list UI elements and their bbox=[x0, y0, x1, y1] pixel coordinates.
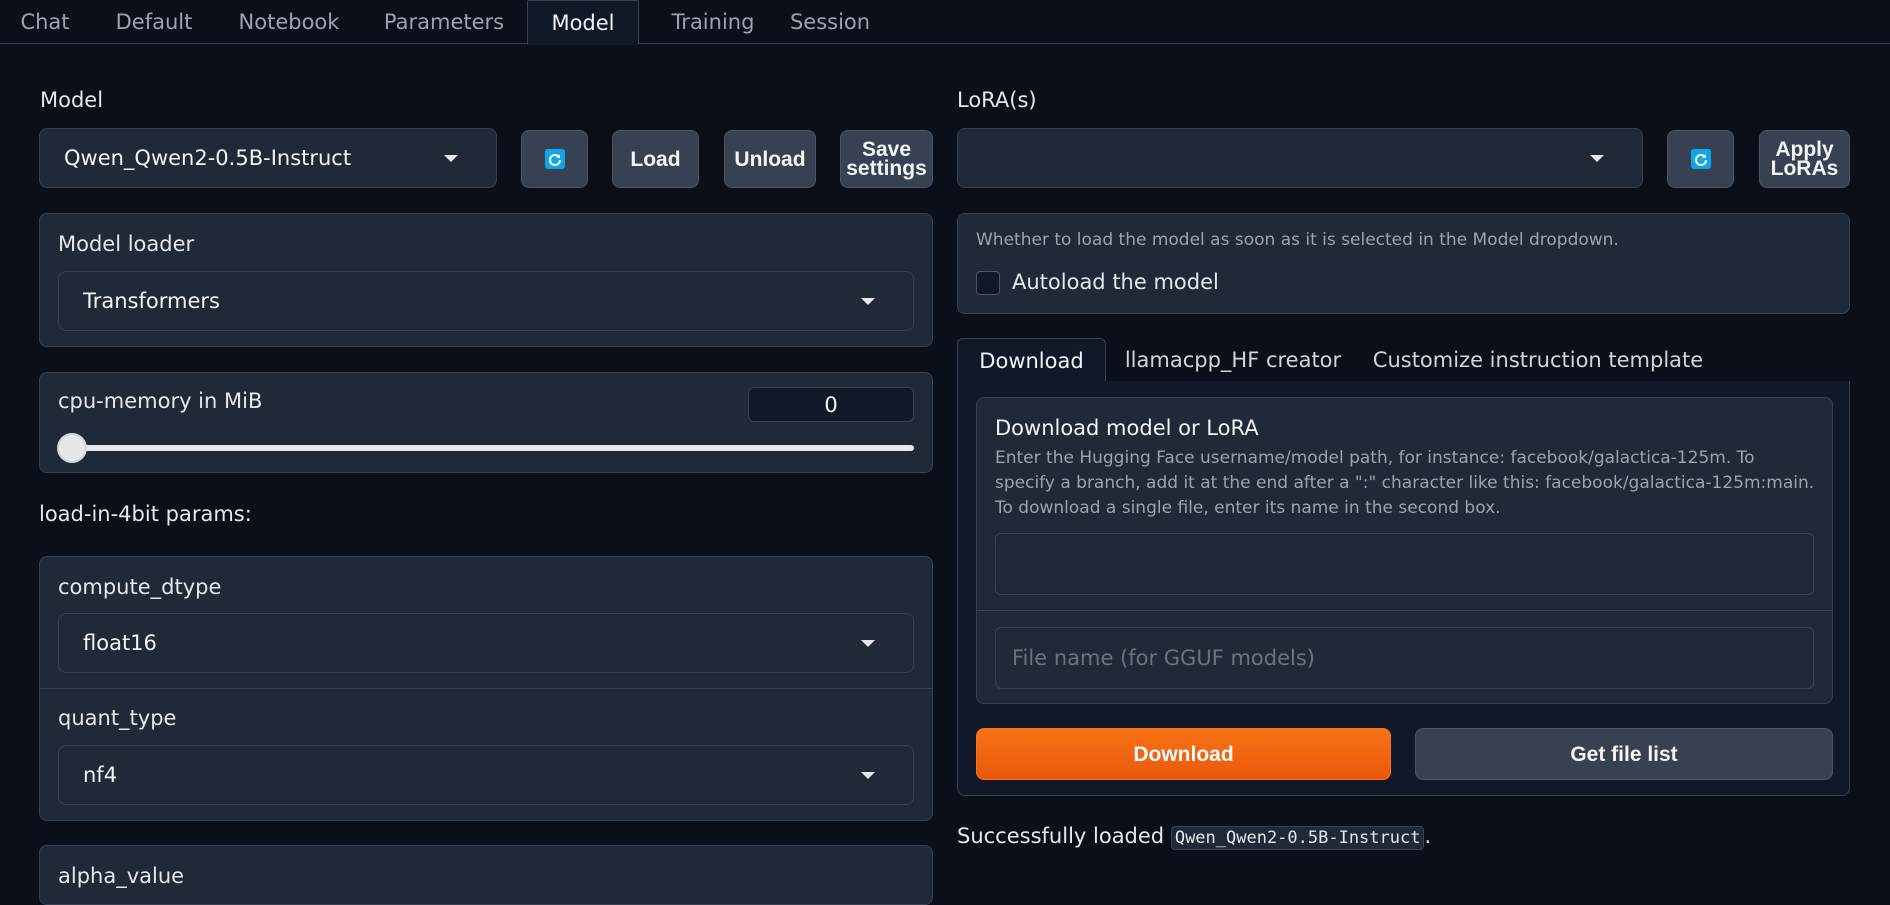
status-model-name: Qwen_Qwen2-0.5B-Instruct bbox=[1170, 826, 1425, 850]
tab-parameters[interactable]: Parameters bbox=[372, 0, 516, 44]
load-in-4bit-heading: load-in-4bit params: bbox=[39, 502, 252, 526]
subtab-customize-instruction-template[interactable]: Customize instruction template bbox=[1370, 338, 1706, 382]
refresh-icon bbox=[1690, 149, 1711, 169]
chevron-down-icon bbox=[861, 298, 875, 305]
quant-type-label: quant_type bbox=[58, 706, 177, 730]
lora-label: LoRA(s) bbox=[957, 88, 1037, 112]
model-dropdown[interactable]: Qwen_Qwen2-0.5B-Instruct bbox=[39, 128, 497, 188]
chevron-down-icon bbox=[1590, 155, 1604, 162]
quant-type-dropdown[interactable]: nf4 bbox=[58, 745, 914, 805]
file-name-placeholder: File name (for GGUF models) bbox=[1012, 646, 1315, 670]
chevron-down-icon bbox=[444, 155, 458, 162]
apply-loras-button[interactable]: Apply LoRAs bbox=[1759, 130, 1850, 188]
top-tab-bar: Chat Default Notebook Parameters Model T… bbox=[0, 0, 1890, 45]
refresh-models-button[interactable] bbox=[521, 130, 588, 188]
subtab-download[interactable]: Download bbox=[957, 338, 1106, 382]
autoload-info: Whether to load the model as soon as it … bbox=[976, 230, 1619, 250]
cpu-memory-slider-thumb[interactable] bbox=[57, 433, 87, 463]
get-file-list-button[interactable]: Get file list bbox=[1415, 728, 1833, 780]
download-title: Download model or LoRA bbox=[995, 416, 1259, 440]
save-settings-button[interactable]: Save settings bbox=[840, 130, 933, 188]
status-message: Successfully loaded Qwen_Qwen2-0.5B-Inst… bbox=[957, 824, 1432, 850]
tab-default[interactable]: Default bbox=[100, 0, 208, 44]
refresh-loras-button[interactable] bbox=[1667, 130, 1734, 188]
tab-training[interactable]: Training bbox=[654, 0, 772, 44]
download-button[interactable]: Download bbox=[976, 728, 1391, 780]
model-path-input[interactable] bbox=[995, 533, 1814, 595]
load-in-4bit-panel: compute_dtype float16 quant_type nf4 bbox=[39, 556, 933, 821]
model-dropdown-value: Qwen_Qwen2-0.5B-Instruct bbox=[64, 146, 352, 170]
divider bbox=[40, 688, 932, 689]
divider bbox=[977, 610, 1832, 611]
model-loader-value: Transformers bbox=[83, 289, 220, 313]
status-suffix: . bbox=[1424, 824, 1432, 848]
cpu-memory-slider-track[interactable] bbox=[60, 445, 914, 451]
chevron-down-icon bbox=[861, 772, 875, 779]
apply-loras-line2: LoRAs bbox=[1770, 157, 1839, 180]
load-button[interactable]: Load bbox=[612, 130, 699, 188]
alpha-value-label: alpha_value bbox=[58, 864, 185, 888]
model-loader-label: Model loader bbox=[58, 232, 195, 256]
quant-type-value: nf4 bbox=[83, 763, 118, 787]
download-tab-content: Download model or LoRA Enter the Hugging… bbox=[957, 381, 1850, 796]
model-loader-panel: Model loader Transformers bbox=[39, 213, 933, 347]
cpu-memory-input[interactable]: 0 bbox=[748, 387, 914, 422]
cpu-memory-panel: cpu-memory in MiB 0 bbox=[39, 372, 933, 473]
file-name-input[interactable]: File name (for GGUF models) bbox=[995, 627, 1814, 689]
model-label: Model bbox=[40, 88, 104, 112]
lora-dropdown[interactable] bbox=[957, 128, 1643, 188]
autoload-checkbox[interactable] bbox=[976, 271, 1000, 295]
chevron-down-icon bbox=[861, 640, 875, 647]
download-description: Enter the Hugging Face username/model pa… bbox=[995, 448, 1815, 518]
compute-dtype-label: compute_dtype bbox=[58, 575, 222, 599]
subtab-llamacpp-hf-creator[interactable]: llamacpp_HF creator bbox=[1118, 338, 1348, 382]
autoload-checkbox-label: Autoload the model bbox=[1012, 270, 1219, 294]
save-settings-line2: settings bbox=[846, 157, 927, 180]
tab-chat[interactable]: Chat bbox=[4, 0, 86, 44]
alpha-value-panel: alpha_value bbox=[39, 845, 933, 905]
compute-dtype-value: float16 bbox=[83, 631, 157, 655]
unload-button[interactable]: Unload bbox=[724, 130, 816, 188]
tab-notebook[interactable]: Notebook bbox=[224, 0, 354, 44]
autoload-panel: Whether to load the model as soon as it … bbox=[957, 213, 1850, 314]
download-form-panel: Download model or LoRA Enter the Hugging… bbox=[976, 397, 1833, 704]
model-loader-dropdown[interactable]: Transformers bbox=[58, 271, 914, 331]
cpu-memory-label: cpu-memory in MiB bbox=[58, 389, 263, 413]
refresh-icon bbox=[544, 149, 565, 169]
tab-session[interactable]: Session bbox=[780, 0, 880, 44]
status-prefix: Successfully loaded bbox=[957, 824, 1165, 848]
compute-dtype-dropdown[interactable]: float16 bbox=[58, 613, 914, 673]
tab-model[interactable]: Model bbox=[527, 0, 639, 45]
